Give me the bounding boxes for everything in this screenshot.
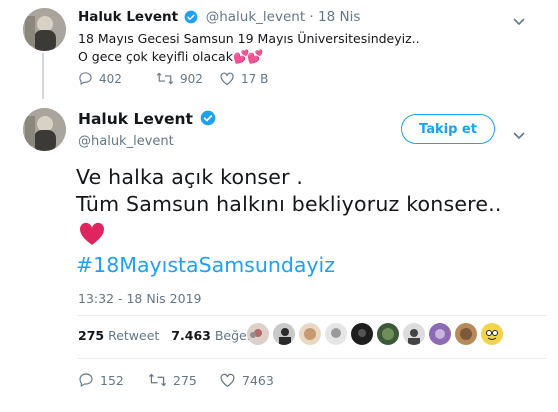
main-tweet-line2: Tüm Samsun halkını bekliyoruz konsere.. [76, 192, 502, 216]
main-tweet-line1: Ve halka açık konser . [76, 165, 304, 189]
reply-button[interactable]: 402 [78, 71, 122, 86]
heart-outline-icon [220, 72, 234, 86]
chevron-down-icon[interactable] [513, 11, 525, 30]
like-count: 17 B [241, 71, 269, 86]
hashtag-link[interactable]: #18MayıstaSamsundayiz [76, 253, 335, 277]
parent-tweet-header: Haluk Levent @haluk_levent · 18 Nis [78, 9, 360, 28]
main-author-handle[interactable]: @haluk_levent [78, 134, 174, 149]
like-button[interactable]: 7463 [219, 372, 274, 388]
parent-tweet-text: 18 Mayıs Gecesi Samsun 19 Mayıs Üniversi… [78, 30, 420, 67]
like-button[interactable]: 17 B [219, 71, 268, 86]
retweet-count: 275 [173, 372, 197, 388]
main-avatar[interactable] [23, 108, 66, 151]
divider-top [78, 315, 546, 316]
reply-count: 402 [99, 71, 122, 86]
liker-avatar[interactable] [429, 323, 451, 345]
liker-avatar[interactable] [325, 323, 347, 345]
verified-badge-icon [200, 110, 216, 130]
parent-tweet-time[interactable]: 18 Nis [318, 9, 360, 25]
reply-count: 152 [100, 372, 124, 388]
thread-connector-line [42, 53, 44, 99]
main-tweet-text: Ve halka açık konser . Tüm Samsun halkın… [76, 164, 502, 218]
two-hearts-emoji: 💕💕 [232, 50, 263, 65]
retweet-total-label[interactable]: Retweet [108, 328, 159, 343]
red-heart-emoji-icon [79, 222, 105, 250]
liker-avatar[interactable] [481, 323, 503, 345]
parent-author-name[interactable]: Haluk Levent [78, 9, 178, 25]
tweet-timestamp[interactable]: 13:32 - 18 Nis 2019 [78, 291, 201, 306]
reply-icon [79, 72, 92, 86]
chevron-down-icon[interactable] [513, 125, 525, 144]
liker-avatar[interactable] [351, 323, 373, 345]
liker-avatar[interactable] [455, 323, 477, 345]
retweet-count: 902 [180, 71, 203, 86]
tweet-stats: 275 Retweet 7.463 Beğeni [78, 328, 258, 343]
parent-author-handle[interactable]: @haluk_levent [206, 9, 305, 25]
header-separator: · [309, 9, 314, 25]
main-author-name-row: Haluk Levent [78, 110, 219, 130]
like-total[interactable]: 7.463 [171, 328, 211, 343]
retweet-button[interactable]: 275 [148, 372, 197, 388]
heart-outline-icon [220, 373, 235, 388]
retweet-total[interactable]: 275 [78, 328, 104, 343]
like-count: 7463 [242, 372, 274, 388]
parent-tweet-line1: 18 Mayıs Gecesi Samsun 19 Mayıs Üniversi… [78, 31, 420, 46]
verified-badge-icon [184, 10, 198, 28]
liker-avatar[interactable] [403, 323, 425, 345]
parent-avatar[interactable] [23, 8, 66, 51]
liker-avatar[interactable] [273, 323, 295, 345]
retweet-button[interactable]: 902 [156, 71, 203, 86]
liker-avatar[interactable] [299, 323, 321, 345]
retweet-icon [148, 373, 167, 387]
parent-tweet-line2: O gece çok keyifli olacak [78, 49, 233, 64]
liker-avatar[interactable] [377, 323, 399, 345]
retweet-icon [156, 72, 174, 85]
liker-avatars [247, 323, 503, 345]
reply-button[interactable]: 152 [78, 372, 124, 388]
liker-avatar[interactable] [247, 323, 269, 345]
follow-button[interactable]: Takip et [401, 114, 495, 144]
reply-icon [79, 373, 93, 388]
main-author-name[interactable]: Haluk Levent [78, 110, 193, 128]
divider-bottom [78, 358, 546, 359]
